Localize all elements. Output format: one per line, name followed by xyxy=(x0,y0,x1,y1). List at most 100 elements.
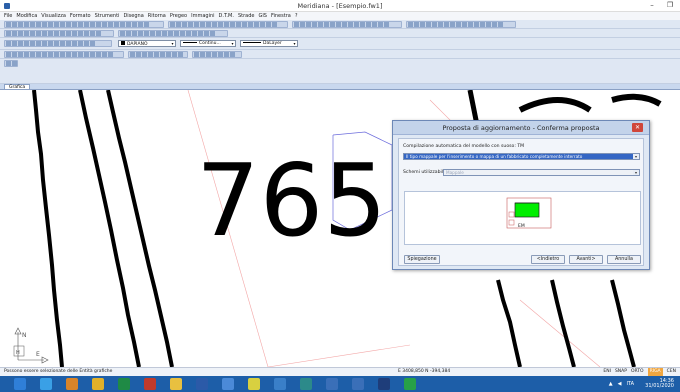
modify-toolbar[interactable] xyxy=(118,30,228,37)
dialog-titlebar[interactable]: Proposta di aggiornamento - Conferma pro… xyxy=(393,121,649,135)
chevron-down-icon[interactable]: ▾ xyxy=(633,154,639,159)
excel-icon[interactable] xyxy=(118,378,130,390)
chevron-down-icon[interactable]: ▾ xyxy=(230,41,235,46)
ucs-axis-icon: N H E xyxy=(13,327,49,364)
back-button[interactable]: <Indietro xyxy=(531,255,565,264)
schemes-label: Schemi utilizzabili: xyxy=(403,170,446,175)
view-toolbar[interactable] xyxy=(406,21,516,28)
menu-finestra[interactable]: Finestra xyxy=(271,12,291,20)
app-icon-c[interactable] xyxy=(352,378,364,390)
windows-taskbar: ▲ ◀ ITA 14:36 31/01/2020 xyxy=(0,376,680,392)
firefox-icon[interactable] xyxy=(92,378,104,390)
preview-label: EM xyxy=(518,223,525,229)
axis-n-label: N xyxy=(22,332,27,339)
boundary-line-2 xyxy=(78,90,141,367)
menu-ritorna[interactable]: Ritorna xyxy=(148,12,166,20)
lang-indicator[interactable]: ITA xyxy=(626,381,634,387)
window-controls: – ❐ xyxy=(646,1,676,9)
media-icon[interactable] xyxy=(66,378,78,390)
partial-glyph xyxy=(518,97,592,113)
app-icon-b[interactable] xyxy=(326,378,338,390)
axis-h-label: H xyxy=(16,350,20,356)
extra-toolbar[interactable] xyxy=(4,60,18,67)
flag-cen[interactable]: CEN xyxy=(667,368,676,376)
maximize-button[interactable]: ❐ xyxy=(664,1,676,9)
toolbar-row-4 xyxy=(0,50,680,59)
toolbar-row-3: DAPIANO ▾ Continu... ▾ DaLayer ▾ xyxy=(0,38,680,50)
start-icon[interactable] xyxy=(14,378,26,390)
text-toolbar[interactable] xyxy=(192,51,242,58)
outlook-icon[interactable] xyxy=(222,378,234,390)
publisher-icon[interactable] xyxy=(300,378,312,390)
lineweight-preview xyxy=(243,42,261,43)
menu-strade[interactable]: Strade xyxy=(238,12,255,20)
scheme-preview-svg: EM xyxy=(506,197,552,229)
scheme-preview: EM xyxy=(404,191,641,245)
menu-help[interactable]: ? xyxy=(295,12,298,20)
boundary-line-5 xyxy=(550,279,576,367)
standard-toolbar[interactable] xyxy=(4,21,164,28)
layer-toolbar[interactable] xyxy=(4,40,112,47)
preview-green-box xyxy=(514,202,540,218)
linetype-combo[interactable]: Continu... ▾ xyxy=(180,40,236,47)
explanation-button[interactable]: Spiegazione xyxy=(404,255,440,264)
chevron-down-icon[interactable]: ▾ xyxy=(170,41,175,46)
dim-toolbar[interactable] xyxy=(128,51,188,58)
window-title: Meridiana - [Esempio.fw1] xyxy=(297,2,383,10)
flag-snap[interactable]: SNAP xyxy=(615,368,627,376)
chevron-down-icon[interactable]: ▾ xyxy=(292,41,297,46)
next-button[interactable]: Avanti> xyxy=(569,255,603,264)
menu-disegna[interactable]: Disegna xyxy=(123,12,143,20)
edit-toolbar[interactable] xyxy=(4,30,114,37)
flag-orto[interactable]: ORTO xyxy=(631,368,644,376)
menu-immagini[interactable]: Immagini xyxy=(191,12,214,20)
toolbar-row-5 xyxy=(0,59,680,84)
cancel-button[interactable]: Annulla xyxy=(607,255,641,264)
network-icon[interactable]: ▲ xyxy=(609,381,613,387)
meridiana-icon[interactable] xyxy=(404,378,416,390)
snap-toolbar[interactable] xyxy=(4,51,124,58)
schemes-select[interactable]: Mappale ▾ xyxy=(443,169,640,176)
dialog-title: Proposta di aggiornamento - Conferma pro… xyxy=(442,124,600,132)
flag-eni[interactable]: ENI xyxy=(603,368,611,376)
menu-formato[interactable]: Formato xyxy=(70,12,91,20)
menu-pregeo[interactable]: Pregeo xyxy=(170,12,187,20)
tools-toolbar[interactable] xyxy=(292,21,402,28)
menu-dtm[interactable]: D.T.M. xyxy=(219,12,234,20)
linetype-preview xyxy=(183,42,197,43)
access-icon[interactable] xyxy=(144,378,156,390)
app-window: Meridiana - [Esempio.fw1] – ❐ File Modif… xyxy=(0,0,680,392)
model-select[interactable]: Il tipo mappale per l'inserimento o mapp… xyxy=(403,153,640,160)
paint-icon[interactable] xyxy=(248,378,260,390)
toolbar-row-2 xyxy=(0,29,680,38)
clock[interactable]: 14:36 31/01/2020 xyxy=(645,379,674,389)
boundary-line-6 xyxy=(610,279,636,367)
title-bar: Meridiana - [Esempio.fw1] – ❐ xyxy=(0,0,680,12)
draw-toolbar[interactable] xyxy=(168,21,288,28)
system-tray: ▲ ◀ ITA xyxy=(609,381,634,387)
app-icon-a[interactable] xyxy=(274,378,286,390)
flag-riga[interactable]: RIGA xyxy=(647,368,663,376)
lineweight-combo[interactable]: DaLayer ▾ xyxy=(240,40,298,47)
status-flags: ENI SNAP ORTO RIGA CEN xyxy=(603,368,676,376)
menu-gis[interactable]: GIS xyxy=(258,12,267,20)
edge-icon[interactable] xyxy=(40,378,52,390)
menu-file[interactable]: File xyxy=(4,12,12,20)
axis-e-label: E xyxy=(36,351,40,358)
chevron-down-icon[interactable]: ▾ xyxy=(633,170,639,175)
layer-combo[interactable]: DAPIANO ▾ xyxy=(118,40,176,47)
volume-icon[interactable]: ◀ xyxy=(618,381,622,387)
close-icon[interactable]: ✕ xyxy=(632,123,643,132)
dialog-body: Compilazione automatica del modello con … xyxy=(398,138,644,266)
model-label: Compilazione automatica del modello con … xyxy=(403,144,525,149)
clock-date: 31/01/2020 xyxy=(645,383,674,389)
minimize-button[interactable]: – xyxy=(646,1,658,9)
menu-modifica[interactable]: Modifica xyxy=(16,12,37,20)
menu-strumenti[interactable]: Strumenti xyxy=(95,12,120,20)
onenote-icon[interactable] xyxy=(378,378,390,390)
menu-visualizza[interactable]: Visualizza xyxy=(41,12,66,20)
folder-icon[interactable] xyxy=(170,378,182,390)
word-icon[interactable] xyxy=(196,378,208,390)
boundary-line-1 xyxy=(32,90,64,367)
menu-bar: File Modifica Visualizza Formato Strumen… xyxy=(0,12,680,20)
